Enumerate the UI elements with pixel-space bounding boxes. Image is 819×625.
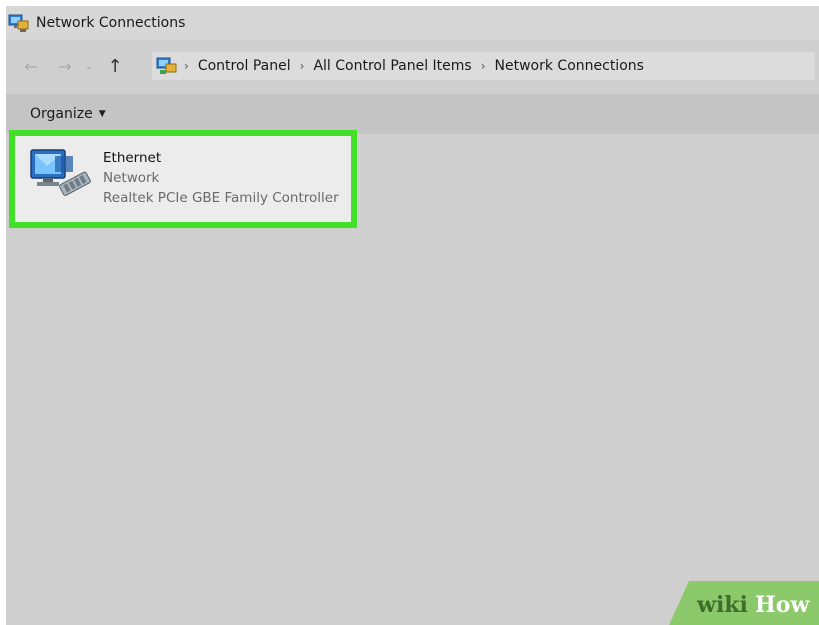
- breadcrumb-separator: ›: [184, 59, 189, 73]
- command-bar: Organize ▼: [6, 94, 819, 134]
- title-bar: Network Connections: [6, 6, 819, 40]
- wikihow-watermark: wiki How: [669, 581, 819, 625]
- address-bar[interactable]: › Control Panel › All Control Panel Item…: [152, 52, 815, 80]
- up-arrow-icon[interactable]: ↑: [104, 56, 126, 77]
- connection-network-status: Network: [103, 170, 160, 186]
- control-panel-icon: [156, 57, 177, 74]
- connection-item-ethernet[interactable]: Ethernet Network Realtek PCIe GBE Family…: [9, 130, 357, 228]
- breadcrumb-separator: ›: [299, 59, 305, 73]
- watermark-wiki-text: wiki: [696, 592, 748, 618]
- chevron-down-icon: ▼: [98, 109, 106, 119]
- ethernet-adapter-icon: [30, 149, 91, 196]
- forward-arrow-icon[interactable]: →: [54, 57, 76, 76]
- organize-label: Organize: [30, 106, 93, 122]
- navigation-bar: ← → ⌄ ↑ › Control Panel › All Control Pa…: [6, 48, 819, 84]
- watermark-how-text: How: [755, 592, 810, 618]
- connections-list: Ethernet Network Realtek PCIe GBE Family…: [6, 130, 819, 625]
- breadcrumb-control-panel[interactable]: Control Panel: [198, 58, 291, 74]
- connection-name: Ethernet: [103, 150, 162, 166]
- breadcrumb-separator: ›: [480, 59, 486, 73]
- organize-button[interactable]: Organize ▼: [30, 106, 106, 122]
- recent-locations-chevron-icon[interactable]: ⌄: [80, 61, 98, 72]
- breadcrumb-all-control-panel-items[interactable]: All Control Panel Items: [313, 58, 471, 74]
- window-title: Network Connections: [36, 15, 186, 31]
- back-arrow-icon[interactable]: ←: [20, 57, 42, 76]
- breadcrumb-network-connections[interactable]: Network Connections: [495, 58, 644, 74]
- network-connections-icon: [8, 14, 29, 32]
- explorer-window: Network Connections ← → ⌄ ↑ › Control Pa…: [6, 6, 819, 625]
- connection-device-name: Realtek PCIe GBE Family Controller: [103, 190, 339, 206]
